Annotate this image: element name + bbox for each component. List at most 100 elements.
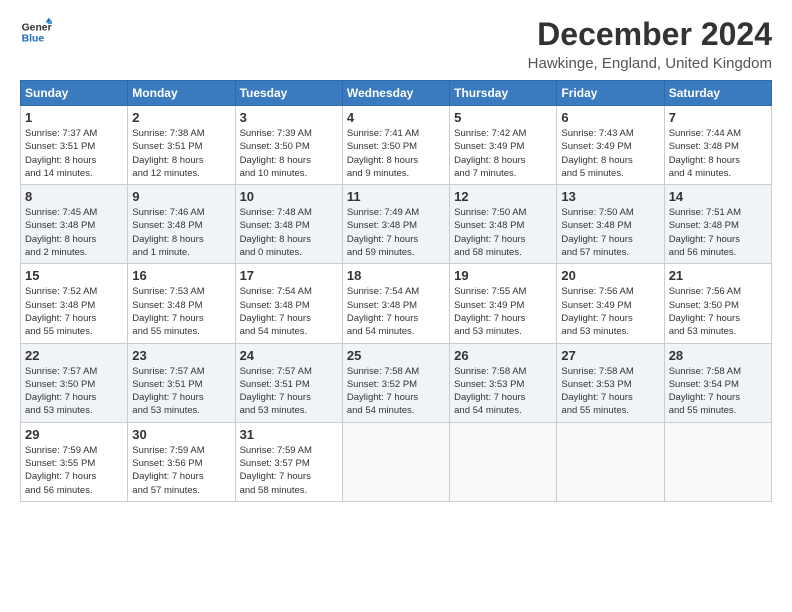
day-header-friday: Friday xyxy=(557,81,664,106)
calendar-cell: 10Sunrise: 7:48 AM Sunset: 3:48 PM Dayli… xyxy=(235,185,342,264)
day-number: 1 xyxy=(25,110,123,125)
calendar-cell: 21 Sunrise: 7:56 AM Sunset: 3:50 PM Dayli… xyxy=(664,264,771,343)
cell-content: Sunrise: 7:49 AM Sunset: 3:48 PM Dayligh… xyxy=(347,206,445,259)
cell-content: Sunrise: 7:54 AM Sunset: 3:48 PM Dayligh… xyxy=(240,285,338,338)
cell-content: Sunrise: 7:55 AM Sunset: 3:49 PM Dayligh… xyxy=(454,285,552,338)
calendar-cell xyxy=(342,422,449,501)
title-block: December 2024 Hawkinge, England, United … xyxy=(528,16,772,72)
day-number: 2 xyxy=(132,110,230,125)
cell-content: Sunrise: 7:59 AM Sunset: 3:57 PM Dayligh… xyxy=(240,444,338,497)
day-number: 18 xyxy=(347,268,445,283)
cell-content: Sunrise: 7:58 AM Sunset: 3:54 PM Dayligh… xyxy=(669,365,767,418)
calendar-cell: 23Sunrise: 7:57 AM Sunset: 3:51 PM Dayli… xyxy=(128,343,235,422)
day-number: 26 xyxy=(454,348,552,363)
day-number: 21 xyxy=(669,268,767,283)
day-number: 4 xyxy=(347,110,445,125)
calendar-cell: 18 Sunrise: 7:54 AM Sunset: 3:48 PM Dayli… xyxy=(342,264,449,343)
month-title: December 2024 xyxy=(528,16,772,53)
cell-content: Sunrise: 7:39 AM Sunset: 3:50 PM Dayligh… xyxy=(240,127,338,180)
day-header-wednesday: Wednesday xyxy=(342,81,449,106)
cell-content: Sunrise: 7:37 AM Sunset: 3:51 PM Dayligh… xyxy=(25,127,123,180)
cell-content: Sunrise: 7:46 AM Sunset: 3:48 PM Dayligh… xyxy=(132,206,230,259)
cell-content: Sunrise: 7:57 AM Sunset: 3:51 PM Dayligh… xyxy=(240,365,338,418)
cell-content: Sunrise: 7:38 AM Sunset: 3:51 PM Dayligh… xyxy=(132,127,230,180)
svg-text:Blue: Blue xyxy=(22,34,45,45)
day-number: 17 xyxy=(240,268,338,283)
cell-content: Sunrise: 7:56 AM Sunset: 3:50 PM Dayligh… xyxy=(669,285,767,338)
calendar-cell: 17 Sunrise: 7:54 AM Sunset: 3:48 PM Dayli… xyxy=(235,264,342,343)
header: General Blue December 2024 Hawkinge, Eng… xyxy=(20,16,772,72)
svg-text:General: General xyxy=(22,22,52,33)
calendar-cell: 1 Sunrise: 7:37 AM Sunset: 3:51 PM Daylig… xyxy=(21,106,128,185)
calendar-cell: 19 Sunrise: 7:55 AM Sunset: 3:49 PM Dayli… xyxy=(450,264,557,343)
calendar-cell: 13Sunrise: 7:50 AM Sunset: 3:48 PM Dayli… xyxy=(557,185,664,264)
cell-content: Sunrise: 7:48 AM Sunset: 3:48 PM Dayligh… xyxy=(240,206,338,259)
day-number: 13 xyxy=(561,189,659,204)
day-number: 5 xyxy=(454,110,552,125)
calendar-week-1: 1 Sunrise: 7:37 AM Sunset: 3:51 PM Daylig… xyxy=(21,106,772,185)
day-header-saturday: Saturday xyxy=(664,81,771,106)
day-header-sunday: Sunday xyxy=(21,81,128,106)
calendar-cell: 27 Sunrise: 7:58 AM Sunset: 3:53 PM Dayli… xyxy=(557,343,664,422)
day-header-tuesday: Tuesday xyxy=(235,81,342,106)
calendar-cell: 8 Sunrise: 7:45 AM Sunset: 3:48 PM Daylig… xyxy=(21,185,128,264)
calendar-cell: 16Sunrise: 7:53 AM Sunset: 3:48 PM Dayli… xyxy=(128,264,235,343)
day-number: 31 xyxy=(240,427,338,442)
day-number: 23 xyxy=(132,348,230,363)
cell-content: Sunrise: 7:43 AM Sunset: 3:49 PM Dayligh… xyxy=(561,127,659,180)
calendar-week-5: 29Sunrise: 7:59 AM Sunset: 3:55 PM Dayli… xyxy=(21,422,772,501)
day-number: 30 xyxy=(132,427,230,442)
day-number: 22 xyxy=(25,348,123,363)
calendar-cell xyxy=(664,422,771,501)
day-number: 19 xyxy=(454,268,552,283)
calendar-header-row: SundayMondayTuesdayWednesdayThursdayFrid… xyxy=(21,81,772,106)
cell-content: Sunrise: 7:45 AM Sunset: 3:48 PM Dayligh… xyxy=(25,206,123,259)
logo: General Blue xyxy=(20,16,52,48)
cell-content: Sunrise: 7:56 AM Sunset: 3:49 PM Dayligh… xyxy=(561,285,659,338)
day-number: 9 xyxy=(132,189,230,204)
day-number: 29 xyxy=(25,427,123,442)
day-number: 6 xyxy=(561,110,659,125)
calendar-body: 1 Sunrise: 7:37 AM Sunset: 3:51 PM Daylig… xyxy=(21,106,772,502)
calendar-cell: 25 Sunrise: 7:58 AM Sunset: 3:52 PM Dayli… xyxy=(342,343,449,422)
calendar-cell: 3 Sunrise: 7:39 AM Sunset: 3:50 PM Daylig… xyxy=(235,106,342,185)
day-number: 8 xyxy=(25,189,123,204)
calendar-table: SundayMondayTuesdayWednesdayThursdayFrid… xyxy=(20,80,772,502)
calendar-cell: 7 Sunrise: 7:44 AM Sunset: 3:48 PM Daylig… xyxy=(664,106,771,185)
day-header-thursday: Thursday xyxy=(450,81,557,106)
calendar-cell: 12 Sunrise: 7:50 AM Sunset: 3:48 PM Dayli… xyxy=(450,185,557,264)
location: Hawkinge, England, United Kingdom xyxy=(528,55,772,72)
cell-content: Sunrise: 7:58 AM Sunset: 3:53 PM Dayligh… xyxy=(561,365,659,418)
calendar-cell: 29Sunrise: 7:59 AM Sunset: 3:55 PM Dayli… xyxy=(21,422,128,501)
day-number: 25 xyxy=(347,348,445,363)
day-number: 20 xyxy=(561,268,659,283)
day-number: 28 xyxy=(669,348,767,363)
day-number: 3 xyxy=(240,110,338,125)
day-number: 24 xyxy=(240,348,338,363)
cell-content: Sunrise: 7:54 AM Sunset: 3:48 PM Dayligh… xyxy=(347,285,445,338)
cell-content: Sunrise: 7:44 AM Sunset: 3:48 PM Dayligh… xyxy=(669,127,767,180)
day-number: 15 xyxy=(25,268,123,283)
cell-content: Sunrise: 7:50 AM Sunset: 3:48 PM Dayligh… xyxy=(454,206,552,259)
logo-icon: General Blue xyxy=(20,16,52,48)
day-number: 12 xyxy=(454,189,552,204)
calendar-cell: 22Sunrise: 7:57 AM Sunset: 3:50 PM Dayli… xyxy=(21,343,128,422)
calendar-week-4: 22Sunrise: 7:57 AM Sunset: 3:50 PM Dayli… xyxy=(21,343,772,422)
day-number: 7 xyxy=(669,110,767,125)
calendar-cell: 26 Sunrise: 7:58 AM Sunset: 3:53 PM Dayli… xyxy=(450,343,557,422)
cell-content: Sunrise: 7:58 AM Sunset: 3:52 PM Dayligh… xyxy=(347,365,445,418)
calendar-cell xyxy=(557,422,664,501)
page: General Blue December 2024 Hawkinge, Eng… xyxy=(0,0,792,612)
calendar-cell: 24 Sunrise: 7:57 AM Sunset: 3:51 PM Dayli… xyxy=(235,343,342,422)
calendar-cell: 6 Sunrise: 7:43 AM Sunset: 3:49 PM Daylig… xyxy=(557,106,664,185)
calendar-week-2: 8 Sunrise: 7:45 AM Sunset: 3:48 PM Daylig… xyxy=(21,185,772,264)
day-header-monday: Monday xyxy=(128,81,235,106)
cell-content: Sunrise: 7:52 AM Sunset: 3:48 PM Dayligh… xyxy=(25,285,123,338)
calendar-cell: 9 Sunrise: 7:46 AM Sunset: 3:48 PM Daylig… xyxy=(128,185,235,264)
calendar-cell: 28 Sunrise: 7:58 AM Sunset: 3:54 PM Dayli… xyxy=(664,343,771,422)
day-number: 27 xyxy=(561,348,659,363)
calendar-cell: 20 Sunrise: 7:56 AM Sunset: 3:49 PM Dayli… xyxy=(557,264,664,343)
day-number: 16 xyxy=(132,268,230,283)
cell-content: Sunrise: 7:58 AM Sunset: 3:53 PM Dayligh… xyxy=(454,365,552,418)
day-number: 14 xyxy=(669,189,767,204)
